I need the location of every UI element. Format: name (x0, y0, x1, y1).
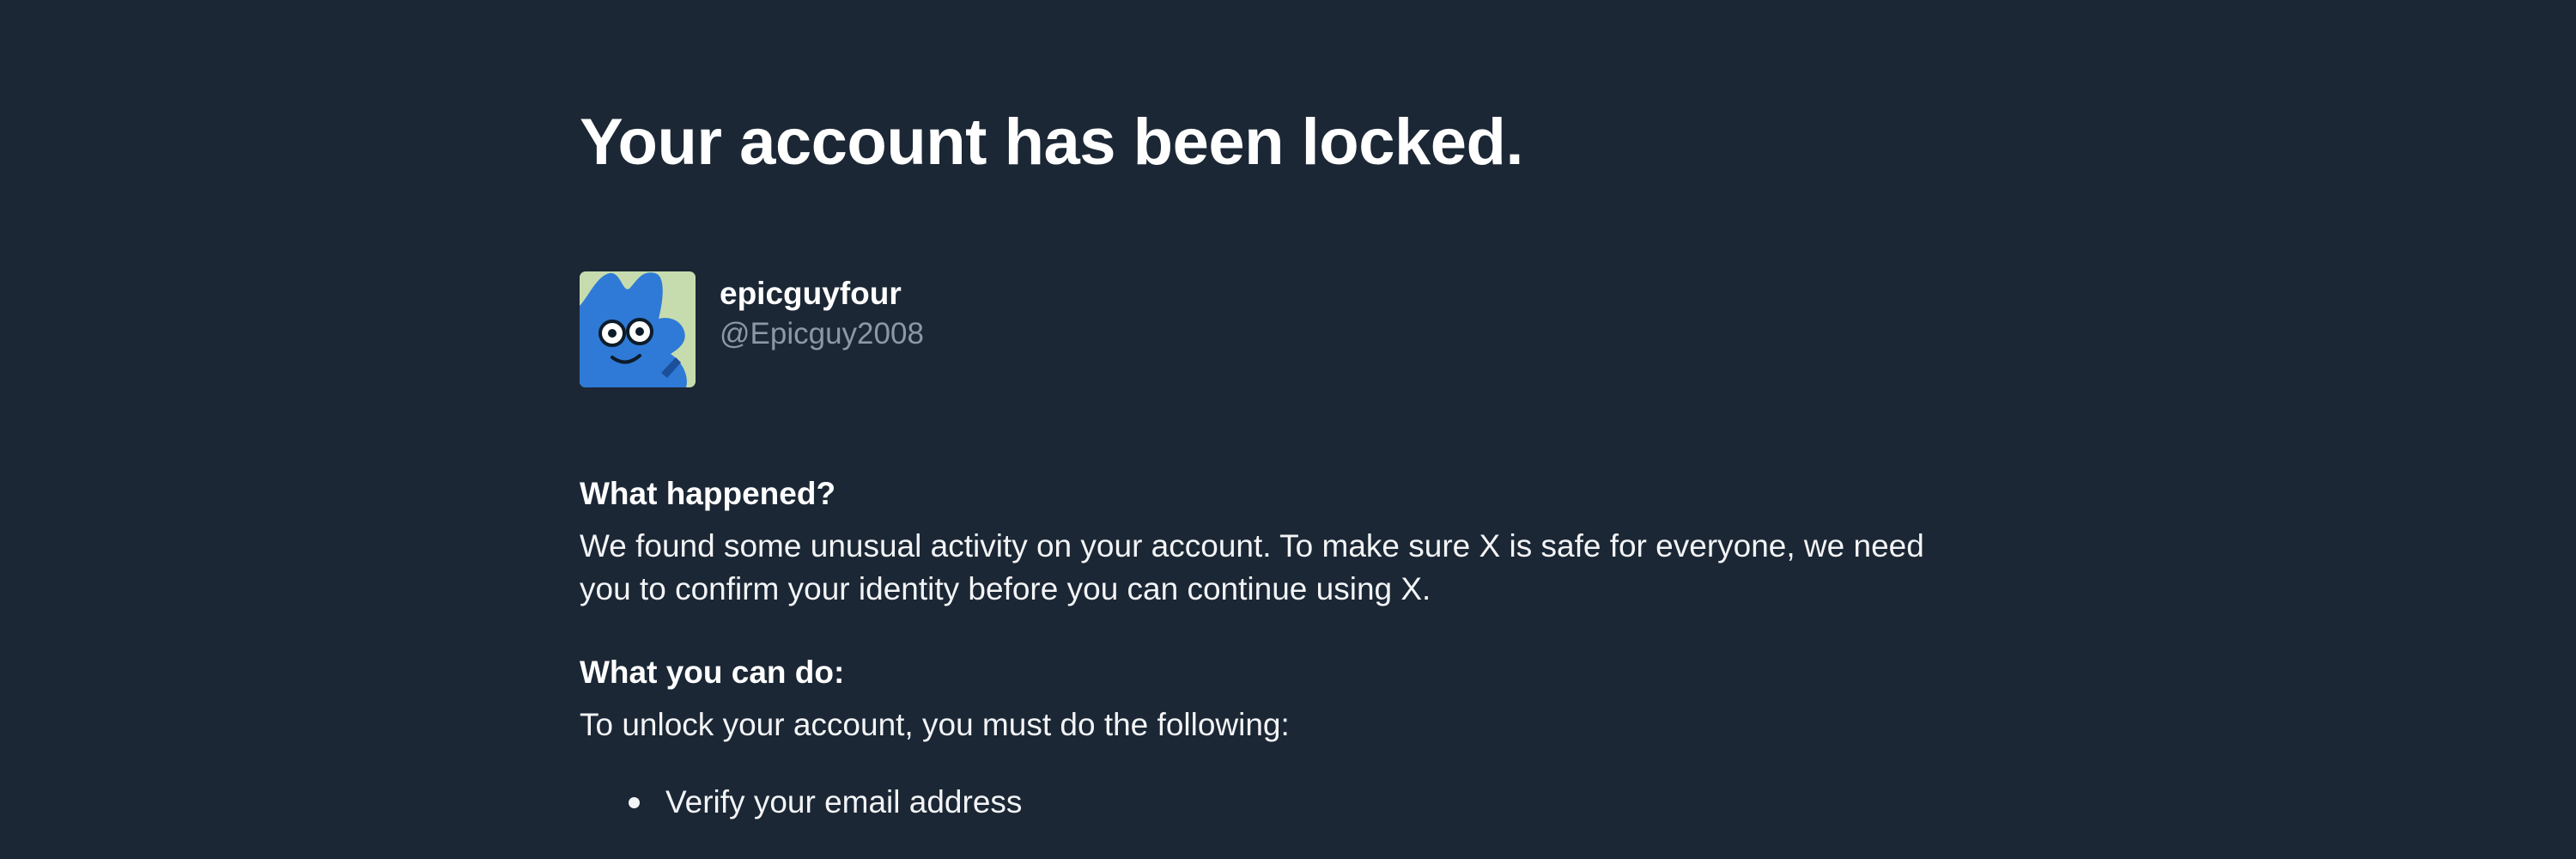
user-meta: epicguyfour @Epicguy2008 (720, 271, 924, 354)
avatar (580, 271, 696, 388)
unlock-steps-list: Verify your email address (580, 781, 1996, 824)
bullet-icon (629, 796, 640, 808)
what-you-can-do-heading: What you can do: (580, 655, 845, 691)
display-name: epicguyfour (720, 276, 902, 312)
page-title: Your account has been locked. (580, 106, 1524, 179)
what-you-can-do-text: To unlock your account, you must do the … (580, 707, 1290, 743)
cartoon-avatar-icon (580, 271, 696, 388)
user-handle: @Epicguy2008 (720, 317, 924, 351)
locked-account-panel: Your account has been locked. epicguyfou… (580, 103, 1996, 824)
user-card: epicguyfour @Epicguy2008 (580, 271, 1996, 388)
list-item: Verify your email address (580, 781, 1996, 824)
what-happened-text: We found some unusual activity on your a… (580, 528, 1924, 607)
step-label: Verify your email address (665, 784, 1023, 820)
what-happened-heading: What happened? (580, 476, 836, 512)
